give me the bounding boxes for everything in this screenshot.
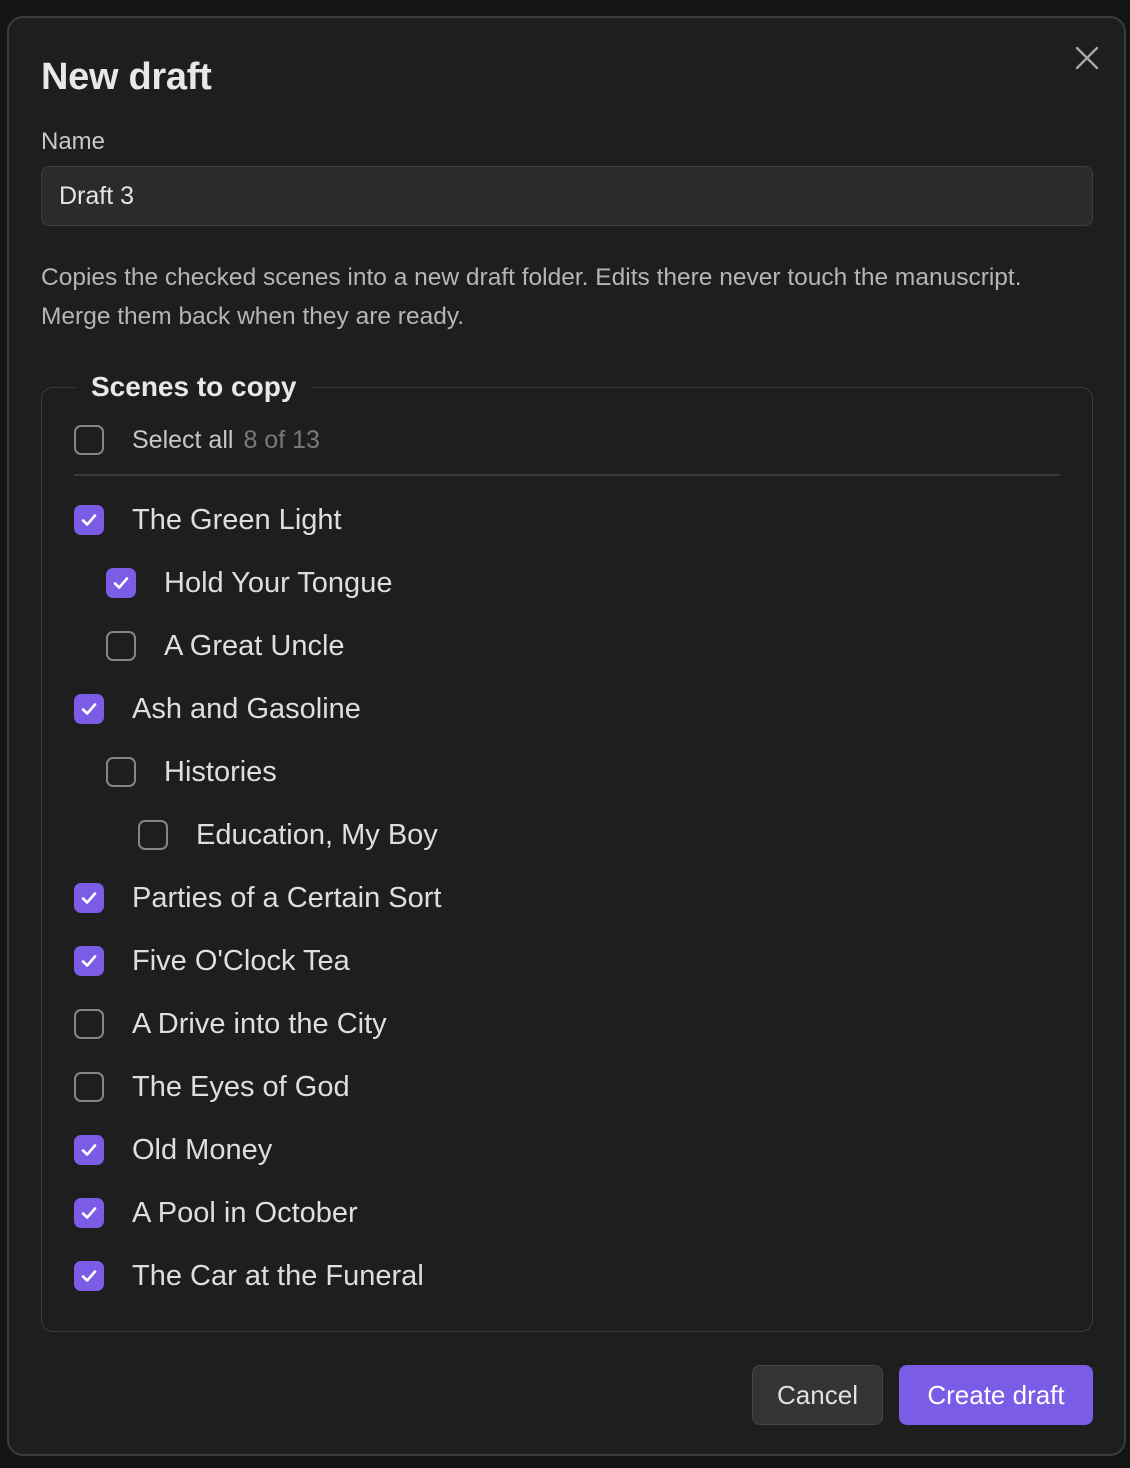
scene-checkbox[interactable] bbox=[74, 505, 104, 535]
select-all-label: Select all bbox=[132, 425, 234, 454]
scene-item[interactable]: Education, My Boy bbox=[138, 815, 438, 855]
check-icon bbox=[81, 955, 97, 967]
divider bbox=[74, 474, 1060, 476]
dialog-description: Copies the checked scenes into a new dra… bbox=[41, 264, 1022, 330]
name-input[interactable] bbox=[41, 166, 1093, 226]
scene-item[interactable]: The Green Light bbox=[74, 500, 342, 540]
scenes-legend: Scenes to copy bbox=[75, 369, 313, 405]
scene-item[interactable]: Parties of a Certain Sort bbox=[74, 878, 441, 918]
scene-label: The Car at the Funeral bbox=[132, 1259, 424, 1292]
scenes-fieldset: Scenes to copy Select all 8 of 13 The Gr… bbox=[41, 369, 1093, 1332]
scene-label: The Green Light bbox=[132, 503, 342, 536]
scene-item[interactable]: Hold Your Tongue bbox=[106, 563, 392, 603]
check-icon bbox=[113, 577, 129, 589]
scene-item[interactable]: The Eyes of God bbox=[74, 1067, 350, 1107]
scene-item[interactable]: Ash and Gasoline bbox=[74, 689, 361, 729]
scene-item[interactable]: Old Money bbox=[74, 1130, 272, 1170]
new-draft-dialog: New draft Name Copies the checked scenes… bbox=[7, 16, 1126, 1456]
name-label: Name bbox=[41, 128, 106, 155]
close-button[interactable] bbox=[1071, 42, 1103, 74]
scene-checkbox[interactable] bbox=[106, 631, 136, 661]
create-draft-button[interactable]: Create draft bbox=[899, 1365, 1093, 1425]
scene-checkbox[interactable] bbox=[74, 694, 104, 724]
select-all-box[interactable] bbox=[74, 425, 104, 455]
scene-checkbox[interactable] bbox=[74, 1198, 104, 1228]
dialog-title: New draft bbox=[41, 56, 212, 98]
scene-checkbox[interactable] bbox=[74, 1009, 104, 1039]
cancel-button[interactable]: Cancel bbox=[752, 1365, 883, 1425]
scene-label: A Pool in October bbox=[132, 1196, 358, 1229]
scene-label: Ash and Gasoline bbox=[132, 692, 361, 725]
scene-checkbox[interactable] bbox=[74, 1261, 104, 1291]
check-icon bbox=[81, 892, 97, 904]
scene-item[interactable]: Histories bbox=[106, 752, 277, 792]
check-icon bbox=[81, 514, 97, 526]
scene-checkbox[interactable] bbox=[74, 1072, 104, 1102]
check-icon bbox=[81, 1270, 97, 1282]
close-icon bbox=[1075, 46, 1099, 70]
scene-label: Histories bbox=[164, 755, 277, 788]
scene-item[interactable]: Five O'Clock Tea bbox=[74, 941, 350, 981]
scene-item[interactable]: A Great Uncle bbox=[106, 626, 345, 666]
scene-checkbox[interactable] bbox=[74, 1135, 104, 1165]
scene-item[interactable]: The Car at the Funeral bbox=[74, 1256, 424, 1296]
select-all-checkbox[interactable]: Select all 8 of 13 bbox=[74, 420, 320, 460]
scene-label: A Great Uncle bbox=[164, 629, 345, 662]
scene-label: Old Money bbox=[132, 1133, 273, 1166]
scene-label: Education, My Boy bbox=[196, 818, 438, 851]
scene-label: Hold Your Tongue bbox=[164, 566, 393, 599]
scene-checkbox[interactable] bbox=[74, 883, 104, 913]
check-icon bbox=[81, 1207, 97, 1219]
scene-label: Five O'Clock Tea bbox=[132, 944, 350, 977]
scene-checkbox[interactable] bbox=[74, 946, 104, 976]
scene-checkbox[interactable] bbox=[106, 568, 136, 598]
check-icon bbox=[81, 703, 97, 715]
scene-label: The Eyes of God bbox=[132, 1070, 350, 1103]
scene-checkbox[interactable] bbox=[106, 757, 136, 787]
scene-item[interactable]: A Drive into the City bbox=[74, 1004, 387, 1044]
selected-count: 8 of 13 bbox=[243, 425, 320, 454]
scene-label: Parties of a Certain Sort bbox=[132, 881, 442, 914]
scene-label: A Drive into the City bbox=[132, 1007, 387, 1040]
check-icon bbox=[81, 1144, 97, 1156]
scene-item[interactable]: A Pool in October bbox=[74, 1193, 358, 1233]
scene-checkbox[interactable] bbox=[138, 820, 168, 850]
